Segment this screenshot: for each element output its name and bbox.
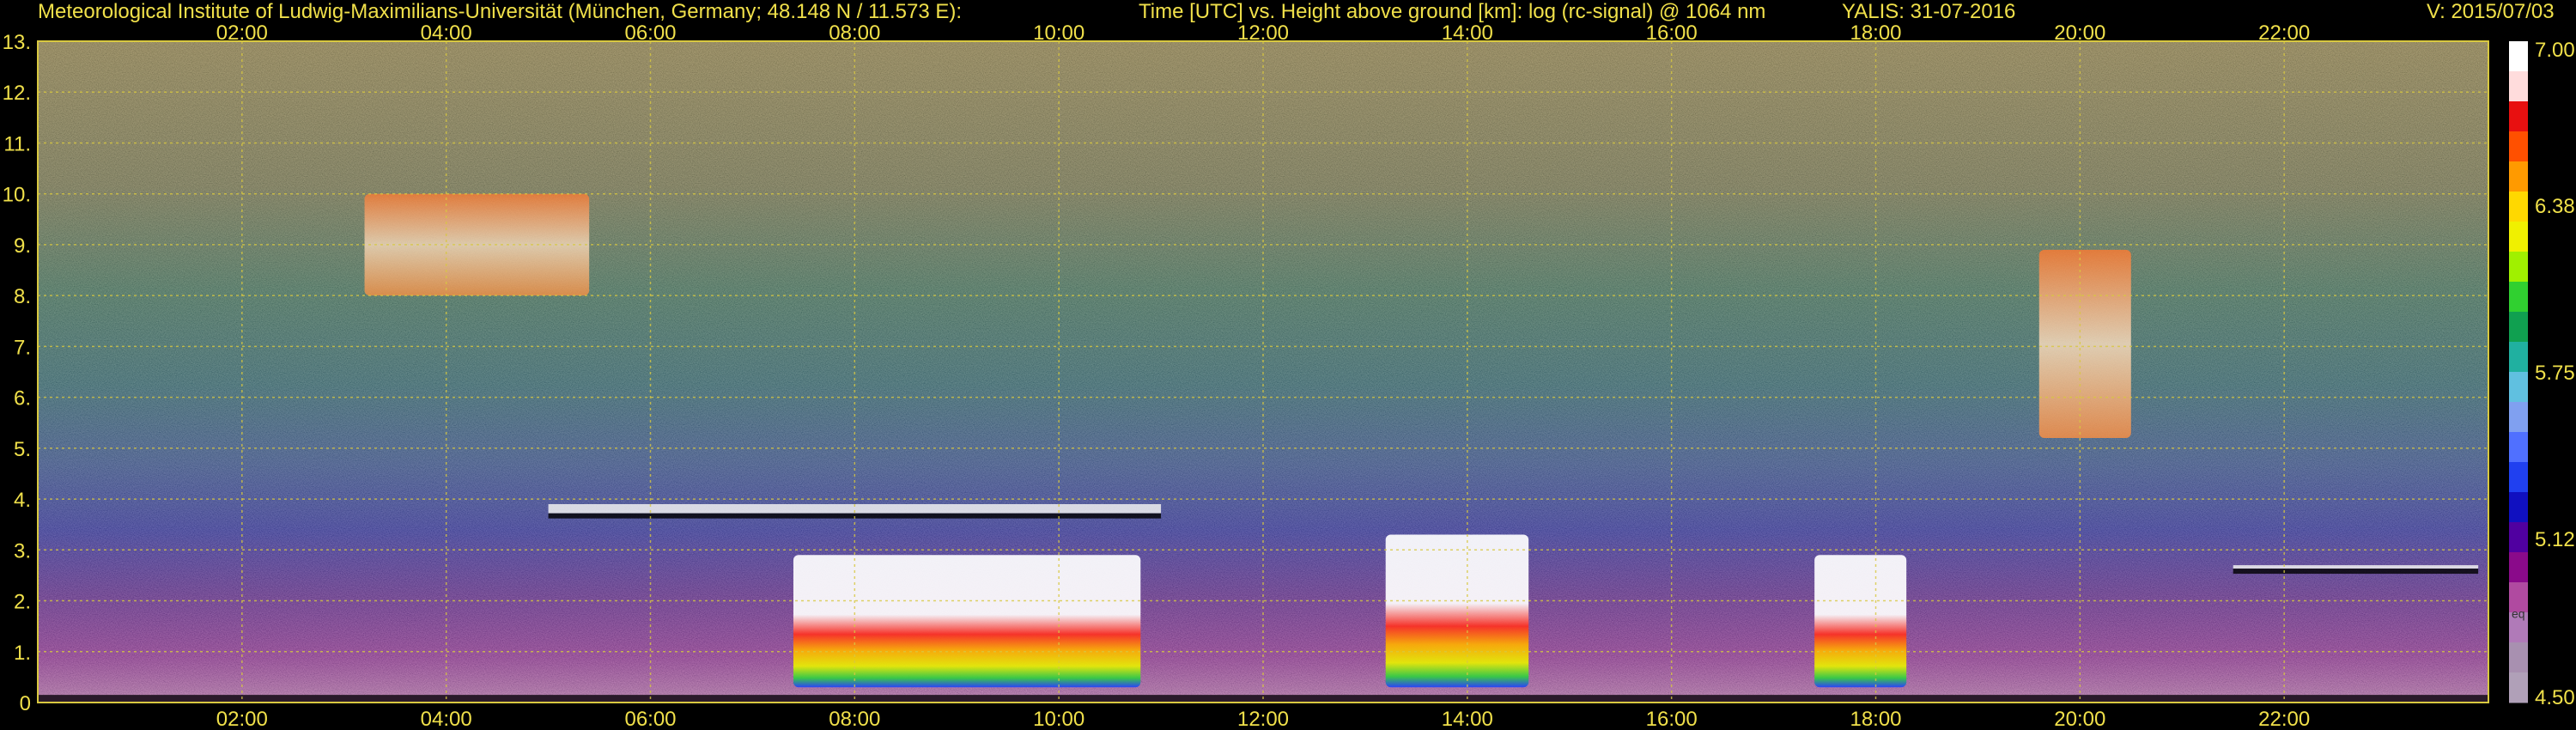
x-tick-label-top: 06:00 [624,21,676,45]
y-tick-label: 10. [3,184,31,207]
y-axis-ticks: 0 1. 2. 3. 4. 5. 6. 7. 8. 9. 10. 11. 12. 13. [3,31,31,715]
colorbar-segment [2509,552,2528,583]
colorbar-segment [2509,101,2528,132]
x-tick-label-bottom: 14:00 [1442,708,1493,730]
colorbar-segment [2509,131,2528,162]
colorbar-segment [2509,492,2528,523]
y-tick-label: 2. [14,591,31,614]
x-tick-label-top: 22:00 [2258,21,2310,45]
x-tick-label-top: 18:00 [1850,21,1901,45]
feature-mid_cloud [2038,249,2131,438]
colorbar-segment [2509,192,2528,222]
x-tick-label-top: 12:00 [1237,21,1289,45]
lidar-chart: 0 1. 2. 3. 4. 5. 6. 7. 8. 9. 10. 11. 12. 13. 02:00 02:… [3,21,2575,730]
x-tick-label-bottom: 08:00 [829,708,880,730]
feature-cloud_layer-shadow [2233,569,2479,575]
colorbar-segment [2509,161,2528,192]
colorbar-segment [2509,402,2528,433]
feature-convective_cloud [1385,534,1529,688]
colorbar-segment [2509,282,2528,313]
x-tick-label-top: 16:00 [1646,21,1698,45]
x-tick-label-top: 04:00 [421,21,472,45]
y-tick-label: 12. [3,82,31,105]
x-tick-label-top: 20:00 [2054,21,2105,45]
colorbar-segment [2509,312,2528,343]
feature-cloud_layer [2233,565,2479,569]
x-tick-label-bottom: 10:00 [1033,708,1084,730]
colorbar-eq-label: eq [2512,606,2525,620]
y-tick-label: 9. [14,234,31,258]
colorbar-tick-label: 6.38 [2535,195,2575,218]
colorbar-tick-label: 5.75 [2535,362,2575,385]
y-tick-label: 1. [14,642,31,665]
feature-convective_cloud [1814,555,1907,688]
y-tick-label: 3. [14,539,31,563]
y-tick-label: 8. [14,285,31,308]
y-tick-label: 7. [14,336,31,359]
colorbar-tick-label: 4.50 [2535,686,2575,709]
y-tick-label: 0 [20,692,31,715]
colorbar-tick-label: 5.12 [2535,528,2575,551]
y-tick-label: 5. [14,438,31,461]
y-tick-label: 13. [3,31,31,54]
x-tick-label-bottom: 06:00 [624,708,676,730]
colorbar-segment [2509,642,2528,673]
x-tick-label-top: 10:00 [1033,21,1084,45]
colorbar-segment [2509,342,2528,373]
y-tick-label: 6. [14,387,31,411]
colorbar-tick-label: 7.00 [2535,39,2575,62]
y-tick-label: 11. [3,132,31,155]
x-tick-label-bottom: 20:00 [2054,708,2105,730]
x-tick-label-bottom: 22:00 [2258,708,2310,730]
colorbar: 7.00 6.38 5.75 5.12 4.50 eq [2509,39,2575,709]
colorbar-segment [2509,522,2528,553]
x-tick-label-bottom: 04:00 [421,708,472,730]
x-tick-label-top: 14:00 [1442,21,1493,45]
feature-convective_cloud [793,555,1141,688]
colorbar-segment [2509,252,2528,283]
x-tick-label-bottom: 12:00 [1237,708,1289,730]
colorbar-segment [2509,432,2528,463]
colorbar-segment [2509,222,2528,252]
colorbar-segment [2509,372,2528,403]
colorbar-segment [2509,71,2528,102]
x-tick-label-bottom: 16:00 [1646,708,1698,730]
x-tick-label-bottom: 02:00 [216,708,268,730]
y-tick-label: 4. [14,489,31,512]
colorbar-segment [2509,672,2528,703]
x-tick-label-top: 02:00 [216,21,268,45]
colorbar-segment [2509,462,2528,493]
colorbar-segment [2509,41,2528,72]
x-tick-label-bottom: 18:00 [1850,708,1901,730]
x-tick-label-top: 08:00 [829,21,880,45]
